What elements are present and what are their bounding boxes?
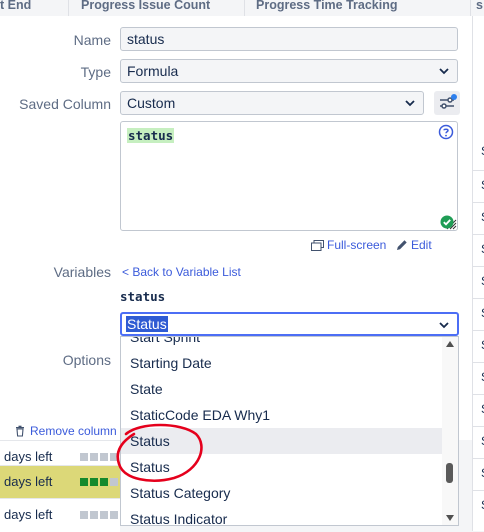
- progress-squares: [80, 511, 118, 519]
- progress-squares: [80, 478, 118, 486]
- row-divider: [473, 458, 484, 459]
- table-row[interactable]: days left: [0, 465, 120, 499]
- chevron-down-icon: [405, 100, 415, 107]
- column-header-end[interactable]: t End: [0, 0, 31, 12]
- variable-select-value: Status: [126, 316, 168, 332]
- back-to-variable-list-link[interactable]: < Back to Variable List: [122, 265, 241, 279]
- dropdown-scrollbar[interactable]: [442, 337, 458, 525]
- background-rows: days left days left days left: [0, 440, 120, 532]
- row-divider: [473, 202, 484, 203]
- column-separator: [68, 0, 69, 16]
- dropdown-option[interactable]: State: [121, 376, 443, 402]
- row-divider: [473, 234, 484, 235]
- right-column-strip: S S S S S S S S S S S S: [472, 16, 484, 531]
- fullscreen-link[interactable]: Full-screen: [311, 238, 386, 252]
- scrollbar-thumb[interactable]: [446, 463, 453, 483]
- formula-editor[interactable]: status: [120, 121, 458, 231]
- check-circle-icon: [440, 215, 454, 229]
- variables-label: Variables: [53, 264, 111, 280]
- column-header-progress-issue-count[interactable]: Progress Issue Count: [81, 0, 210, 12]
- progress-squares: [80, 453, 118, 461]
- dropdown-option[interactable]: Status Category: [121, 480, 443, 506]
- chevron-down-icon: [439, 322, 449, 329]
- column-separator: [470, 0, 471, 16]
- saved-column-select[interactable]: Custom: [120, 91, 424, 115]
- chevron-down-icon: [439, 68, 449, 75]
- trash-icon: [16, 425, 24, 437]
- row-divider: [473, 298, 484, 299]
- type-select[interactable]: Formula: [120, 59, 458, 83]
- type-label: Type: [80, 64, 111, 80]
- scroll-up-icon[interactable]: [446, 341, 454, 347]
- saved-column-label: Saved Column: [19, 96, 111, 112]
- fullscreen-icon: [311, 239, 324, 251]
- help-icon[interactable]: [438, 124, 454, 140]
- edit-link[interactable]: Edit: [396, 238, 432, 252]
- row-divider: [473, 490, 484, 491]
- dropdown-option[interactable]: Status: [121, 428, 443, 454]
- column-separator: [244, 0, 245, 16]
- row-divider: [473, 394, 484, 395]
- settings-sliders-icon: [440, 94, 457, 109]
- days-left-text: days left: [4, 474, 53, 489]
- options-label: Options: [62, 352, 111, 368]
- variable-options-dropdown[interactable]: Start Sprint Starting Date State StaticC…: [120, 336, 459, 526]
- row-divider: [473, 266, 484, 267]
- row-divider: [473, 362, 484, 363]
- dropdown-option[interactable]: Start Sprint: [121, 337, 443, 350]
- column-header-s[interactable]: s: [476, 0, 483, 12]
- edit-link-label[interactable]: Edit: [411, 238, 432, 252]
- column-header-progress-time-tracking[interactable]: Progress Time Tracking: [256, 0, 398, 12]
- dropdown-option[interactable]: StaticCode EDA Why1: [121, 402, 443, 428]
- fullscreen-link-label[interactable]: Full-screen: [327, 238, 386, 252]
- dropdown-option[interactable]: Starting Date: [121, 350, 443, 376]
- variable-mapping-select[interactable]: Status: [120, 312, 459, 336]
- days-left-text: days left: [4, 507, 53, 522]
- table-header: t End Progress Issue Count Progress Time…: [0, 0, 484, 17]
- formula-text: status: [127, 128, 175, 143]
- pencil-icon: [397, 240, 407, 250]
- remove-column-link[interactable]: Remove column: [14, 424, 117, 438]
- days-left-text: days left: [4, 449, 53, 464]
- column-settings-button[interactable]: [434, 91, 460, 115]
- dropdown-option[interactable]: Status: [121, 454, 443, 480]
- name-label: Name: [73, 32, 111, 48]
- row-divider: [473, 426, 484, 427]
- saved-column-value: Custom: [127, 95, 176, 111]
- row-divider: [473, 170, 484, 171]
- table-row[interactable]: days left: [0, 498, 120, 532]
- scroll-down-icon[interactable]: [446, 515, 454, 521]
- type-select-value: Formula: [127, 63, 179, 79]
- dropdown-option[interactable]: Status Indicator: [121, 506, 443, 525]
- name-input[interactable]: status: [120, 27, 458, 51]
- row-divider: [473, 330, 484, 331]
- remove-column-label[interactable]: Remove column: [30, 424, 117, 438]
- variable-name: status: [120, 289, 166, 304]
